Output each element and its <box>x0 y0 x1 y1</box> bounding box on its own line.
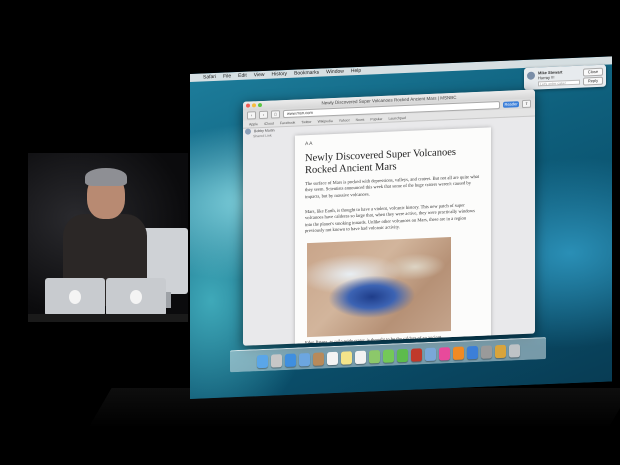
finder-icon[interactable] <box>256 354 268 369</box>
laptop-right <box>106 278 166 316</box>
ibooks-icon[interactable] <box>452 346 464 360</box>
bookmark-icloud[interactable]: iCloud <box>264 121 274 125</box>
sender-avatar <box>527 71 535 80</box>
notes-icon[interactable] <box>340 351 352 365</box>
reminders-icon[interactable] <box>354 350 366 365</box>
shared-author-avatar <box>245 128 251 135</box>
bookmark-twitter[interactable]: Twitter <box>301 119 311 123</box>
notification-close-button[interactable]: Close <box>583 67 603 77</box>
message-notification[interactable]: Mike Stewart Hurray !!! Let's order cake… <box>524 64 606 91</box>
safari-icon[interactable] <box>284 353 296 368</box>
shared-author-name: Bobby Martin <box>253 128 275 134</box>
menu-bookmarks[interactable]: Bookmarks <box>294 70 319 77</box>
bookmark-facebook[interactable]: Facebook <box>280 120 295 125</box>
sidebar-toggle-button[interactable]: ▯ <box>271 110 280 119</box>
projected-display: Safari File Edit View History Bookmarks … <box>190 56 612 399</box>
presenter-hair <box>85 168 127 186</box>
back-button[interactable]: ‹ <box>247 111 256 120</box>
menu-history[interactable]: History <box>272 71 288 78</box>
iphoto-icon[interactable] <box>424 347 436 362</box>
documents-icon[interactable] <box>494 344 506 359</box>
trash-icon[interactable] <box>508 344 520 358</box>
notification-reply-button[interactable]: Reply <box>583 76 603 86</box>
laptop-left <box>45 278 105 316</box>
presenter-desk <box>28 314 188 322</box>
close-window-icon[interactable] <box>246 103 250 108</box>
notification-reply-input[interactable]: Let's order cake! <box>538 79 580 87</box>
messages-icon[interactable] <box>382 349 394 363</box>
maps-icon[interactable] <box>368 350 380 364</box>
reader-view: A A Newly Discovered Super Volcanoes Roc… <box>295 127 491 346</box>
menu-file[interactable]: File <box>223 73 231 79</box>
contacts-icon[interactable] <box>312 352 324 366</box>
apple-logo-icon <box>69 290 81 304</box>
window-controls <box>246 102 262 108</box>
article-title: Newly Discovered Super Volcanoes Rocked … <box>305 146 456 177</box>
display-floor-shadow <box>88 388 620 428</box>
forward-button[interactable]: › <box>259 110 268 120</box>
bookmark-wikipedia[interactable]: Wikipedia <box>318 119 333 124</box>
apple-logo-icon <box>130 290 142 304</box>
minimize-window-icon[interactable] <box>252 103 256 108</box>
menu-safari[interactable]: Safari <box>203 74 216 81</box>
menu-help[interactable]: Help <box>351 68 361 74</box>
safari-window: Newly Discovered Super Volcanoes Rocked … <box>243 89 535 346</box>
photo-booth-icon[interactable] <box>410 348 422 362</box>
bookmark-news[interactable]: News <box>356 117 365 121</box>
article-paragraph-1: The surface of Mars is pocked with depre… <box>305 173 480 199</box>
text-size-controls[interactable]: A A <box>305 141 313 147</box>
system-preferences-icon[interactable] <box>480 345 492 359</box>
shared-link-item[interactable]: Bobby Martin Shared Link <box>245 127 293 139</box>
app-store-icon[interactable] <box>466 345 478 360</box>
mail-icon[interactable] <box>298 352 310 367</box>
bookmark-yahoo[interactable]: Yahoo! <box>339 118 350 122</box>
menu-window[interactable]: Window <box>326 69 344 76</box>
launchpad-icon[interactable] <box>270 354 282 368</box>
share-button[interactable]: ⇪ <box>522 99 531 109</box>
reader-button[interactable]: Reader <box>503 101 519 108</box>
bookmark-popular[interactable]: Popular <box>370 116 382 121</box>
calendar-icon[interactable] <box>326 351 338 366</box>
itunes-icon[interactable] <box>438 347 450 361</box>
bookmark-apple[interactable]: Apple <box>249 122 258 126</box>
shared-link-note: Shared Link <box>253 133 272 139</box>
menu-view[interactable]: View <box>254 72 265 78</box>
notification-message: Hurray !!! <box>538 74 555 81</box>
zoom-window-icon[interactable] <box>258 102 262 108</box>
article-paragraph-2: Mars, like Earth, is thought to have a v… <box>305 202 475 234</box>
menu-edit[interactable]: Edit <box>238 73 247 79</box>
facetime-icon[interactable] <box>396 348 408 363</box>
mars-crater-image <box>307 237 451 338</box>
bookmark-launchpad[interactable]: Launchpad <box>388 115 405 120</box>
